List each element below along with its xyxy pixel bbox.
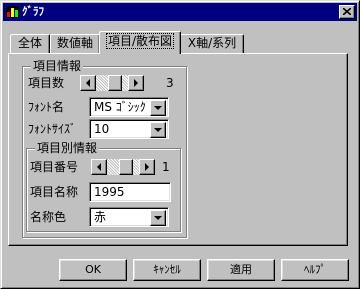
tab-label: X軸/系列 bbox=[187, 36, 237, 50]
item-count-value: 3 bbox=[166, 76, 174, 90]
item-number-scrollbar[interactable] bbox=[91, 159, 155, 175]
font-name-dropdown-button[interactable] bbox=[150, 100, 166, 116]
item-count-label: 項目数 bbox=[28, 76, 65, 90]
name-color-value: 赤 bbox=[94, 210, 107, 224]
font-size-label: ﾌｫﾝﾄｻｲｽﾞ bbox=[28, 122, 77, 136]
arrow-right-icon bbox=[134, 79, 138, 87]
chevron-down-icon bbox=[154, 216, 162, 220]
chart-icon bbox=[6, 6, 19, 18]
scroll-thumb[interactable] bbox=[108, 75, 122, 91]
scroll-right-button[interactable] bbox=[139, 159, 155, 175]
tab-label: 項目/散布図 bbox=[105, 33, 175, 49]
scroll-right-button[interactable] bbox=[128, 75, 144, 91]
tab-label: 全体 bbox=[17, 36, 42, 50]
item-name-value: 1995 bbox=[94, 185, 125, 199]
name-color-combobox[interactable]: 赤 bbox=[89, 207, 169, 227]
item-detail-group-label: 項目別情報 bbox=[35, 141, 100, 155]
close-button[interactable] bbox=[339, 5, 355, 19]
tab-panel: 項目情報 項目数 3 ﾌｫﾝﾄ名 MS ｺﾞｼｯｸ ﾌｫﾝﾄｻｲｽﾞ 10 項目… bbox=[8, 53, 348, 246]
ok-button[interactable]: OK bbox=[59, 259, 127, 281]
font-name-combobox[interactable]: MS ｺﾞｼｯｸ bbox=[89, 97, 169, 117]
font-size-dropdown-button[interactable] bbox=[150, 122, 166, 138]
tab-item-scatter[interactable]: 項目/散布図 bbox=[99, 31, 181, 54]
cancel-button[interactable]: ｷｬﾝｾﾙ bbox=[133, 259, 201, 281]
font-size-value: 10 bbox=[94, 122, 110, 136]
tab-value-axis[interactable]: 数値軸 bbox=[50, 34, 100, 54]
item-name-input[interactable]: 1995 bbox=[89, 182, 171, 202]
item-number-value: 1 bbox=[162, 160, 170, 174]
font-name-label: ﾌｫﾝﾄ名 bbox=[28, 100, 65, 114]
name-color-dropdown-button[interactable] bbox=[150, 210, 166, 226]
close-icon bbox=[343, 8, 351, 15]
item-count-scrollbar[interactable] bbox=[80, 75, 144, 91]
chevron-down-icon bbox=[154, 106, 162, 110]
name-color-label: 名称色 bbox=[30, 210, 67, 224]
item-number-label: 項目番号 bbox=[30, 160, 79, 174]
scroll-thumb[interactable] bbox=[119, 159, 133, 175]
scroll-left-button[interactable] bbox=[91, 159, 107, 175]
item-info-group-label: 項目情報 bbox=[31, 59, 84, 73]
window-title: ｸﾞﾗﾌ bbox=[22, 5, 44, 18]
arrow-left-icon bbox=[97, 163, 101, 171]
dialog-window: ｸﾞﾗﾌ 全体 数値軸 項目/散布図 X軸/系列 項目情報 項目数 3 ﾌｫﾝﾄ… bbox=[0, 0, 360, 289]
tab-x-axis-series[interactable]: X軸/系列 bbox=[180, 34, 244, 54]
font-name-value: MS ｺﾞｼｯｸ bbox=[94, 100, 146, 114]
tab-label: 数値軸 bbox=[56, 36, 93, 50]
help-button[interactable]: ﾍﾙﾌﾟ bbox=[281, 259, 349, 281]
arrow-right-icon bbox=[145, 163, 149, 171]
scroll-left-button[interactable] bbox=[80, 75, 96, 91]
font-size-combobox[interactable]: 10 bbox=[89, 119, 169, 139]
tab-overall[interactable]: 全体 bbox=[10, 34, 50, 54]
arrow-left-icon bbox=[86, 79, 90, 87]
apply-button[interactable]: 適用 bbox=[207, 259, 275, 281]
title-bar[interactable]: ｸﾞﾗﾌ bbox=[3, 3, 357, 21]
item-name-label: 項目名称 bbox=[30, 185, 79, 199]
chevron-down-icon bbox=[154, 128, 162, 132]
